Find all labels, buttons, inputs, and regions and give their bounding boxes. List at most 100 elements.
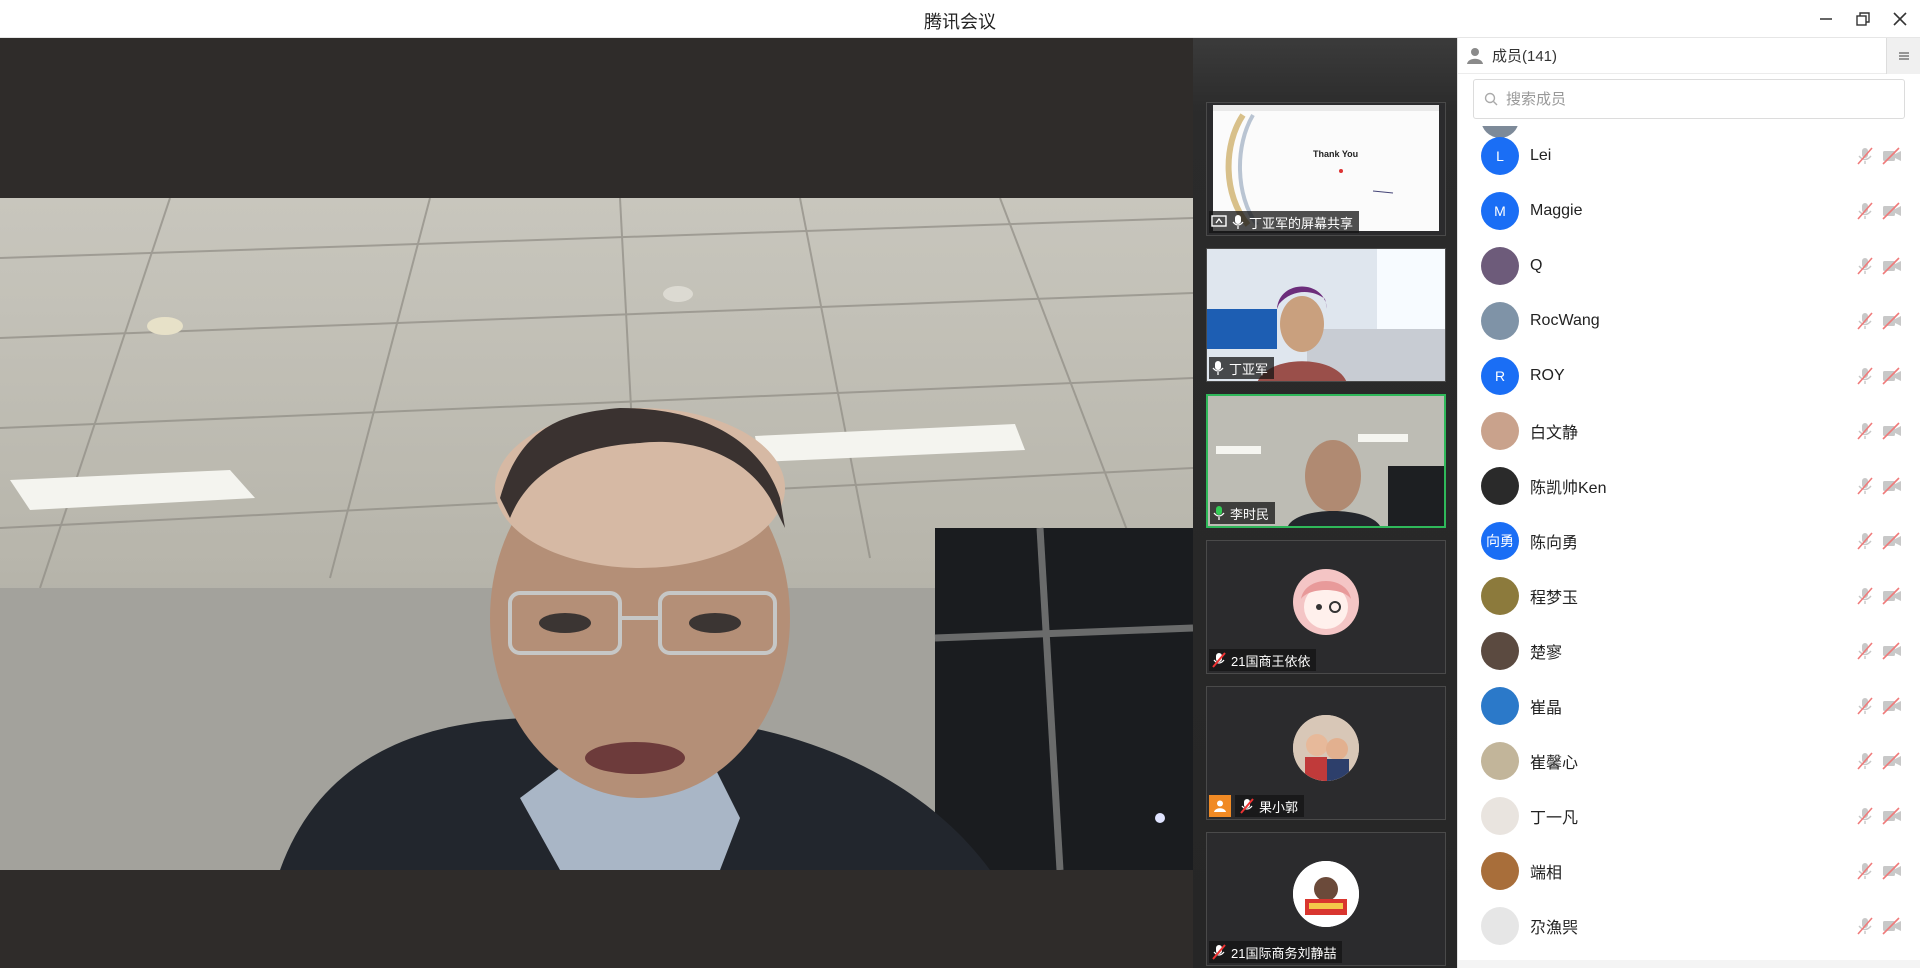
member-avatar [1481,301,1519,340]
camera-off-icon[interactable] [1881,366,1901,386]
member-avatar [1481,906,1519,945]
microphone-muted-icon[interactable] [1855,916,1875,936]
participant-tile[interactable]: 果小郭 [1206,686,1446,820]
microphone-muted-icon[interactable] [1855,751,1875,771]
members-count: 成员(141) [1492,48,1558,65]
member-row[interactable]: 白文静 [1458,403,1920,458]
close-button[interactable] [1887,6,1913,32]
microphone-icon [1232,215,1244,229]
camera-off-icon[interactable] [1881,256,1901,276]
member-avatar: 向勇 [1481,521,1519,560]
members-panel: 成员(141) L Lei M Maggie Q RocWang R ROY 白文静陈凯帅Ken… [1457,38,1920,968]
microphone-muted-icon[interactable] [1855,421,1875,441]
microphone-muted-icon[interactable] [1855,201,1875,221]
microphone-muted-icon[interactable] [1855,806,1875,826]
microphone-icon [1212,361,1224,375]
tile-label: 果小郭 [1209,795,1310,817]
camera-off-icon[interactable] [1881,806,1901,826]
member-avatar [1481,796,1519,835]
member-name: ROY [1530,366,1565,384]
member-row[interactable]: 尕漁巺 [1458,898,1920,953]
close-icon [1893,12,1907,26]
horizontal-scrollbar[interactable] [1458,960,1920,968]
member-name: 陈凯帅Ken [1530,479,1607,497]
camera-off-icon[interactable] [1881,531,1901,551]
camera-off-icon[interactable] [1881,916,1901,936]
microphone-muted-icon[interactable] [1855,366,1875,386]
member-row[interactable]: M Maggie [1458,183,1920,238]
camera-off-icon[interactable] [1881,641,1901,661]
camera-off-icon[interactable] [1881,311,1901,331]
video-scene-image [0,198,1193,870]
restore-icon [1856,12,1870,26]
member-avatar: L [1481,136,1519,175]
member-name: 崔晶 [1530,699,1563,717]
tile-label: 21国商王依依 [1209,649,1317,671]
slide-text: Thank You [1313,149,1359,159]
member-avatar [1481,686,1519,725]
member-name: 丁一凡 [1530,809,1579,827]
camera-off-icon[interactable] [1881,586,1901,606]
panel-menu-button[interactable] [1886,38,1920,74]
restore-button[interactable] [1850,6,1876,32]
camera-off-icon[interactable] [1881,751,1901,771]
microphone-muted-icon[interactable] [1855,256,1875,276]
microphone-muted-icon[interactable] [1855,696,1875,716]
main-speaker-video[interactable] [0,38,1193,968]
minimize-button[interactable] [1813,6,1839,32]
member-search-box[interactable] [1473,79,1905,119]
members-header: 成员(141) [1458,38,1920,74]
camera-off-icon[interactable] [1881,201,1901,221]
member-row[interactable]: R ROY [1458,348,1920,403]
tile-name: 丁亚军 [1229,361,1269,377]
member-row[interactable]: Q [1458,238,1920,293]
member-row[interactable]: 程梦玉 [1458,568,1920,623]
member-name: 白文静 [1530,424,1579,442]
tile-name: 果小郭 [1259,799,1299,815]
camera-off-icon[interactable] [1881,476,1901,496]
member-row[interactable]: RocWang [1458,293,1920,348]
microphone-muted-icon[interactable] [1855,476,1875,496]
microphone-muted-icon[interactable] [1855,311,1875,331]
participant-avatar [1293,861,1359,927]
microphone-muted-icon[interactable] [1855,641,1875,661]
camera-off-icon[interactable] [1881,696,1901,716]
microphone-muted-icon[interactable] [1855,586,1875,606]
member-row[interactable]: 崔馨心 [1458,733,1920,788]
camera-off-icon[interactable] [1881,861,1901,881]
microphone-muted-icon[interactable] [1855,531,1875,551]
participant-avatar [1293,715,1359,781]
microphone-muted-icon[interactable] [1855,146,1875,166]
search-icon [1484,92,1498,106]
microphone-muted-icon [1212,944,1226,960]
member-row[interactable]: 向勇 陈向勇 [1458,513,1920,568]
member-row[interactable]: 丁一凡 [1458,788,1920,843]
camera-off-icon[interactable] [1881,421,1901,441]
member-initial: M [1494,202,1506,219]
member-avatar [1481,246,1519,285]
active-speaker-tile[interactable]: 李时民 [1206,394,1446,528]
member-name: 楚寥 [1530,644,1563,662]
participant-tile[interactable]: 21国商王依依 [1206,540,1446,674]
microphone-muted-icon[interactable] [1855,861,1875,881]
screen-share-tile[interactable]: Thank You 丁亚军的屏幕共享 [1206,102,1446,236]
member-name: 尕漁巺 [1530,919,1579,937]
microphone-active-icon [1213,506,1225,520]
participant-tile[interactable]: 21国际商务刘静喆 [1206,832,1446,966]
member-row[interactable]: 端相 [1458,843,1920,898]
avatar-image [1301,581,1351,629]
member-row[interactable]: L Lei [1458,128,1920,183]
camera-off-icon[interactable] [1881,146,1901,166]
member-search-input[interactable] [1506,90,1886,108]
participant-tile[interactable]: 丁亚军 [1206,248,1446,382]
member-row[interactable]: 陈凯帅Ken [1458,458,1920,513]
member-row[interactable]: 崔晶 [1458,678,1920,733]
member-name: Lei [1530,146,1552,164]
tile-name: 丁亚军的屏幕共享 [1249,215,1354,231]
avatar-image [1293,715,1359,781]
tile-name: 21国商王依依 [1231,653,1311,669]
video-filmstrip: Thank You 丁亚军的屏幕共享 丁亚军 李时民 21国商王依依 果小郭 2… [1193,38,1457,968]
member-name: Q [1530,256,1543,274]
member-row[interactable]: 楚寥 [1458,623,1920,678]
member-avatar [1481,466,1519,505]
